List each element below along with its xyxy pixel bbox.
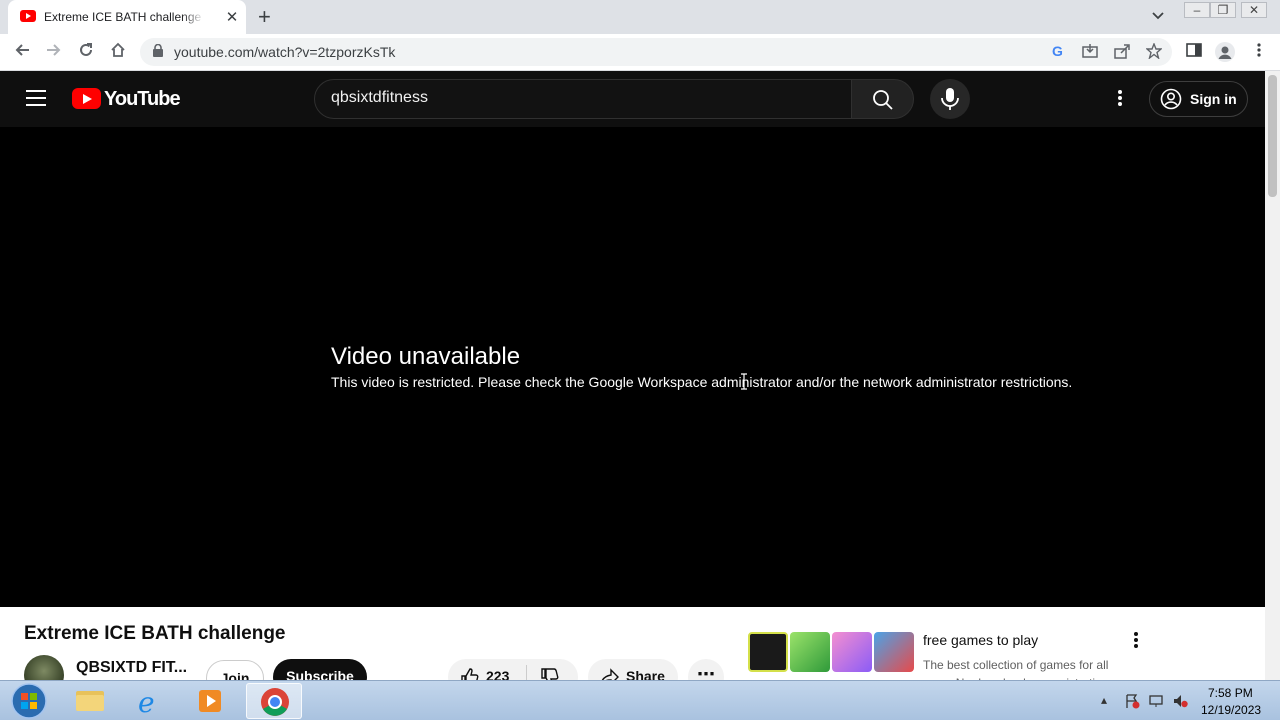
forward-icon[interactable]: [43, 42, 65, 63]
ad-more-icon[interactable]: [1128, 631, 1144, 654]
settings-more-icon[interactable]: [1110, 89, 1130, 107]
youtube-header: YouTube Sign in: [0, 71, 1265, 127]
youtube-logo[interactable]: YouTube: [72, 88, 181, 110]
microphone-icon: [941, 88, 959, 110]
youtube-favicon-icon: [20, 10, 36, 22]
home-icon[interactable]: [107, 42, 129, 63]
game-tile-3: [832, 632, 872, 672]
youtube-play-icon: [72, 88, 101, 109]
back-icon[interactable]: [11, 42, 33, 63]
minimize-icon[interactable]: –: [1184, 2, 1210, 18]
google-lens-icon[interactable]: G: [1050, 43, 1066, 63]
like-count[interactable]: 223: [486, 668, 509, 680]
new-tab-button[interactable]: +: [258, 4, 271, 30]
internet-explorer-taskbar-icon[interactable]: e: [124, 683, 180, 719]
like-icon[interactable]: [460, 667, 480, 680]
share-label: Share: [626, 668, 665, 680]
youtube-logo-text: YouTube: [104, 88, 181, 110]
like-divider: [526, 665, 527, 680]
error-title: Video unavailable: [331, 343, 521, 370]
game-tile-4: [874, 632, 914, 672]
voice-search-button[interactable]: [930, 79, 970, 119]
search-icon: [873, 90, 893, 110]
share-arrow-icon: [601, 668, 619, 680]
address-bar[interactable]: youtube.com/watch?v=2tzporzKsTk G: [140, 38, 1172, 66]
like-dislike-group: 223: [448, 659, 578, 680]
windows-taskbar: e ▴ 7:58 PM 12/19/2023: [0, 680, 1280, 720]
account-circle-icon: [1160, 88, 1182, 110]
window-close-icon[interactable]: ✕: [1241, 2, 1267, 18]
game-tile-1: [748, 632, 788, 672]
subscribe-button[interactable]: Subscribe: [273, 659, 367, 680]
share-page-icon[interactable]: [1114, 43, 1130, 63]
reload-icon[interactable]: [75, 42, 97, 63]
ad-title[interactable]: free games to play: [923, 632, 1038, 648]
tab-close-icon[interactable]: ✕: [224, 8, 240, 26]
ad-thumbnail[interactable]: [748, 632, 914, 680]
volume-muted-icon[interactable]: [1172, 693, 1188, 709]
clock-date[interactable]: 12/19/2023: [1201, 703, 1261, 717]
sign-in-label: Sign in: [1190, 91, 1237, 107]
side-panel-icon[interactable]: [1183, 42, 1205, 63]
action-center-flag-icon[interactable]: [1124, 693, 1140, 709]
url-text[interactable]: youtube.com/watch?v=2tzporzKsTk: [174, 44, 395, 60]
network-icon[interactable]: [1148, 693, 1164, 709]
windows-start-icon[interactable]: [5, 681, 47, 721]
svg-text:G: G: [1052, 43, 1063, 59]
channel-avatar[interactable]: [24, 655, 64, 680]
page-scrollbar[interactable]: [1265, 71, 1280, 680]
file-explorer-taskbar-icon[interactable]: [62, 683, 118, 719]
video-details: Extreme ICE BATH challenge QBSIXTD FIT..…: [0, 607, 1265, 680]
chrome-menu-icon[interactable]: [1248, 42, 1270, 63]
restore-icon[interactable]: ❐: [1210, 2, 1236, 18]
svg-text:e: e: [138, 686, 155, 719]
game-tile-2: [790, 632, 830, 672]
join-button[interactable]: Join: [206, 660, 264, 680]
error-message: This video is restricted. Please check t…: [331, 374, 1073, 390]
channel-name[interactable]: QBSIXTD FIT...: [76, 659, 187, 677]
tab-search-chevron-icon[interactable]: [1152, 7, 1164, 23]
more-actions-button[interactable]: ⋯: [688, 659, 724, 680]
ad-description: The best collection of games for all age…: [923, 658, 1109, 680]
guide-menu-icon[interactable]: [26, 90, 46, 106]
install-app-icon[interactable]: [1082, 43, 1098, 63]
tab-title: Extreme ICE BATH challenge - YouTube: [44, 10, 204, 24]
sign-in-button[interactable]: Sign in: [1149, 81, 1248, 117]
browser-tab[interactable]: Extreme ICE BATH challenge - YouTube ✕: [8, 0, 246, 34]
video-player[interactable]: Video unavailable This video is restrict…: [0, 127, 1265, 607]
bookmark-star-icon[interactable]: [1145, 42, 1163, 63]
browser-toolbar: youtube.com/watch?v=2tzporzKsTk G: [0, 34, 1280, 71]
search-box[interactable]: [314, 79, 852, 119]
profile-icon[interactable]: [1214, 42, 1236, 67]
media-player-taskbar-icon[interactable]: [183, 683, 239, 719]
chrome-taskbar-icon[interactable]: [246, 683, 302, 719]
video-title: Extreme ICE BATH challenge: [24, 623, 286, 644]
clock-time[interactable]: 7:58 PM: [1208, 686, 1253, 700]
text-cursor-icon: [741, 373, 747, 390]
search-button[interactable]: [851, 79, 914, 119]
scrollbar-thumb[interactable]: [1268, 75, 1277, 197]
share-button[interactable]: Share: [588, 659, 678, 680]
show-hidden-icons-icon[interactable]: ▴: [1101, 693, 1107, 707]
browser-tab-strip: Extreme ICE BATH challenge - YouTube ✕ +…: [0, 0, 1280, 34]
lock-icon[interactable]: [153, 44, 163, 57]
search-input[interactable]: [331, 89, 831, 107]
dislike-icon[interactable]: [540, 667, 560, 680]
